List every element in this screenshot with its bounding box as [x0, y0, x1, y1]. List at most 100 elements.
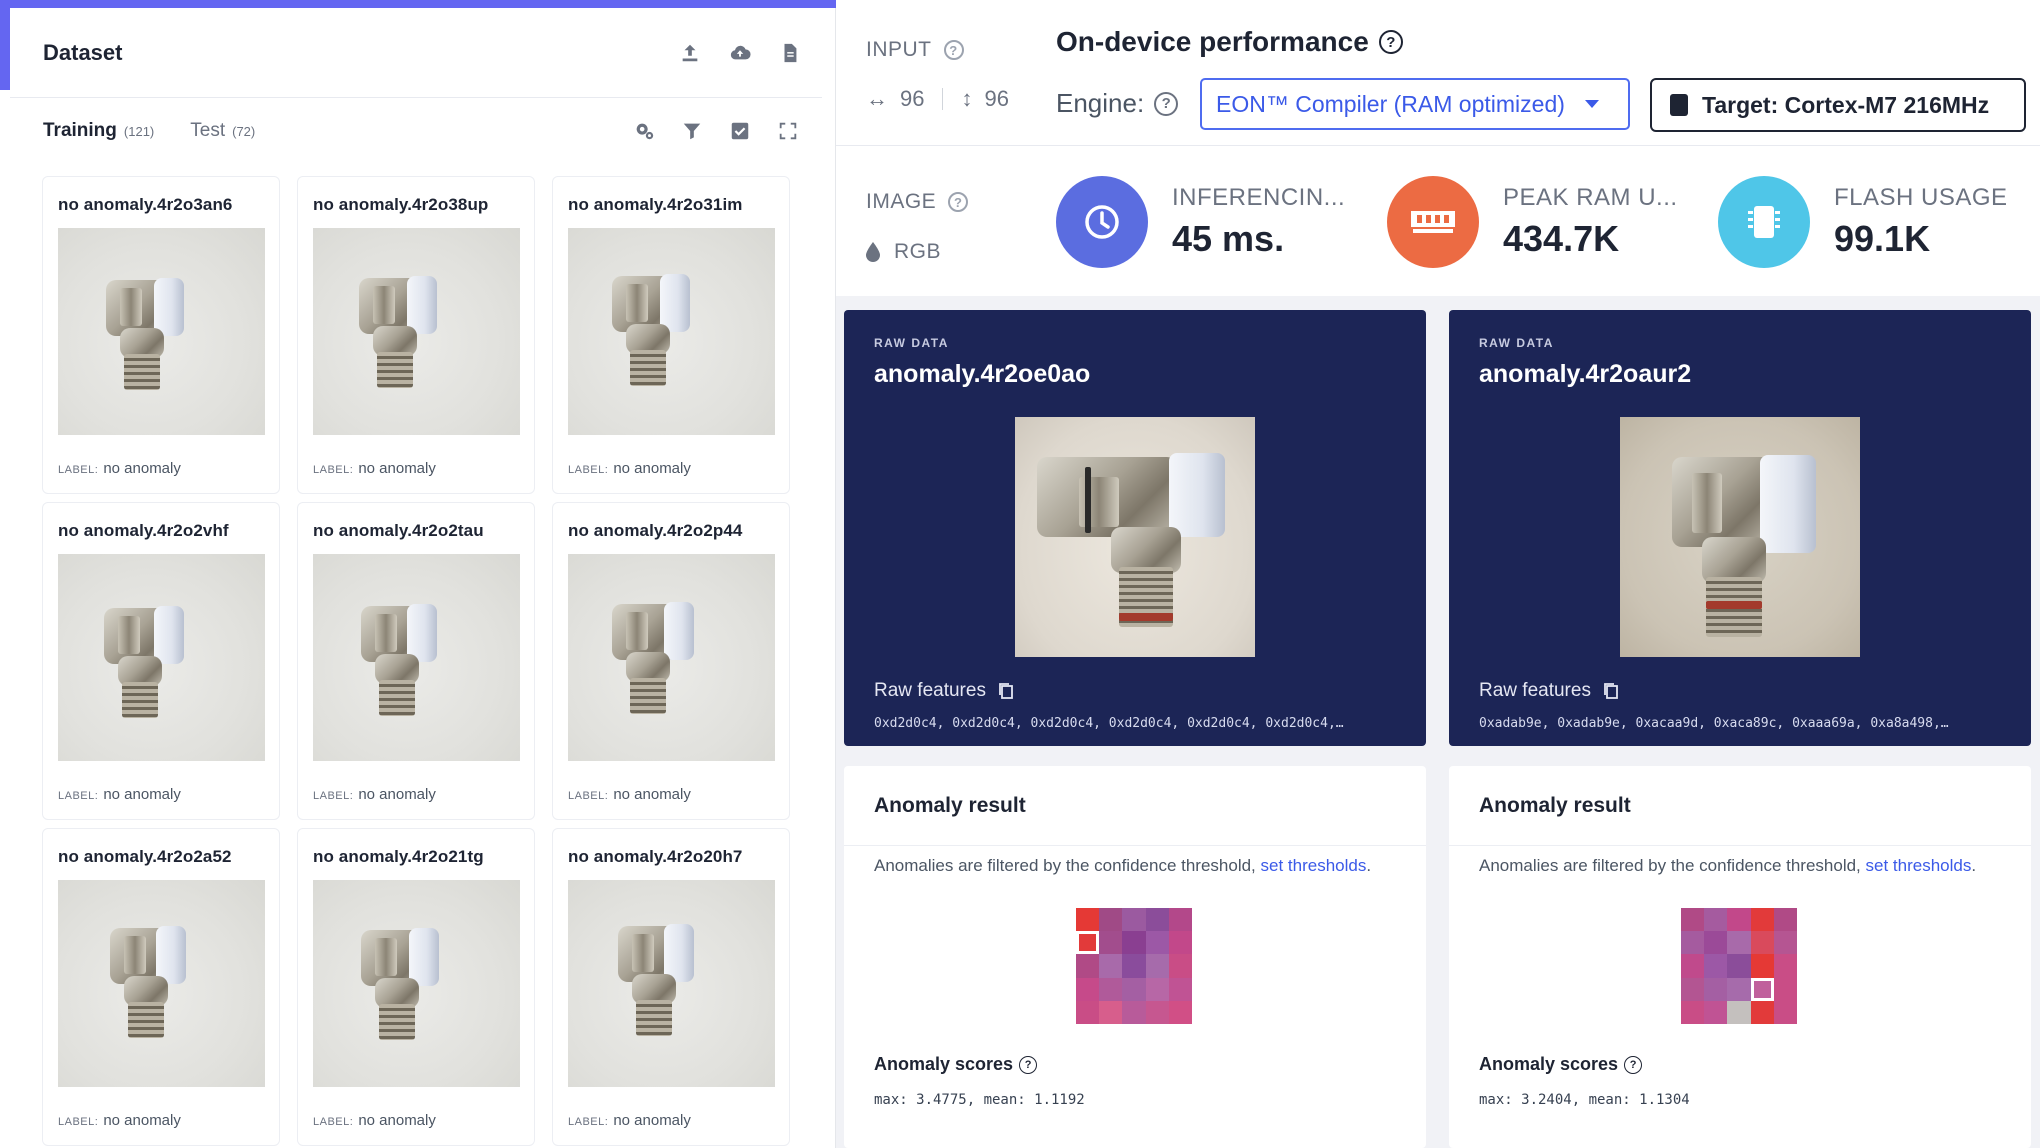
upload-icon[interactable] — [678, 41, 702, 65]
heatmap-cell — [1099, 931, 1123, 955]
sample-card[interactable]: no anomaly.4r2o2a52 LABEL: no anomaly — [42, 828, 280, 1146]
sample-grid: no anomaly.4r2o3an6 LABEL: no anomaly no an… — [42, 176, 790, 1146]
sample-label-key: LABEL: — [313, 790, 354, 802]
heatmap-cell — [1122, 908, 1146, 932]
valve-photo — [313, 228, 520, 435]
checkbox-icon[interactable] — [728, 119, 752, 143]
input-label-row: INPUT ? — [866, 38, 964, 62]
engine-select[interactable]: EON™ Compiler (RAM optimized) — [1200, 78, 1630, 130]
sample-label-key: LABEL: — [313, 464, 354, 476]
sample-label-key: LABEL: — [313, 1116, 354, 1128]
sample-name: no anomaly.4r2o31im — [568, 195, 743, 214]
sample-name: no anomaly.4r2o2tau — [313, 521, 484, 540]
sample-card[interactable]: no anomaly.4r2o3an6 LABEL: no anomaly — [42, 176, 280, 494]
raw-data-card: RAW DATA anomaly.4r2oe0ao Raw features 0… — [844, 310, 1426, 746]
heatmap-cell — [1750, 908, 1774, 932]
raw-data-tag: RAW DATA — [1479, 336, 1554, 350]
heatmap-cell — [1168, 908, 1192, 932]
sample-name: no anomaly.4r2o38up — [313, 195, 489, 214]
heatmap-cell — [1076, 908, 1100, 932]
tab-test[interactable]: Test (72) — [190, 120, 255, 142]
anomaly-result-card: Anomaly result Anomalies are filtered by… — [1449, 766, 2031, 1148]
sample-name: no anomaly.4r2o3an6 — [58, 195, 233, 214]
heatmap-cell — [1773, 1000, 1797, 1024]
tab-training-count: (121) — [123, 124, 155, 139]
anomaly-description-text: Anomalies are filtered by the confidence… — [874, 856, 1261, 875]
sample-label-value: no anomaly — [613, 786, 691, 803]
sample-thumbnail — [313, 554, 520, 761]
performance-title: On-device performance — [1056, 26, 1369, 57]
metric-label: PEAK RAM U... — [1503, 184, 1678, 211]
heatmap-cell — [1750, 931, 1774, 955]
heatmap-cell — [1168, 931, 1192, 955]
document-icon[interactable] — [778, 41, 802, 65]
set-thresholds-link[interactable]: set thresholds — [1261, 856, 1367, 875]
help-icon[interactable]: ? — [1019, 1055, 1038, 1074]
droplet-icon — [866, 242, 880, 262]
sample-label-key: LABEL: — [568, 464, 609, 476]
heatmap-cell — [1122, 931, 1146, 955]
sample-card[interactable]: no anomaly.4r2o20h7 LABEL: no anomaly — [552, 828, 790, 1146]
anomaly-description: Anomalies are filtered by the confidence… — [1479, 856, 1976, 876]
metric-label: FLASH USAGE — [1834, 184, 2008, 211]
filter-icon[interactable] — [680, 119, 704, 143]
help-icon[interactable]: ? — [1154, 91, 1179, 116]
sample-thumbnail — [568, 554, 775, 761]
clock-icon — [1056, 176, 1148, 268]
heatmap-cell — [1168, 1000, 1192, 1024]
valve-photo — [313, 554, 520, 761]
metric-value: 99.1K — [1834, 218, 1931, 259]
cloud-upload-icon[interactable] — [728, 41, 752, 65]
height-arrow-icon: ↕ — [961, 86, 973, 111]
sample-thumbnail — [568, 228, 775, 435]
anomaly-scores-label-row: Anomaly scores ? — [874, 1054, 1038, 1075]
sample-label-key: LABEL: — [58, 1116, 99, 1128]
sample-label-value: no anomaly — [103, 460, 181, 477]
sample-thumbnail — [58, 228, 265, 435]
sample-label-key: LABEL: — [568, 1116, 609, 1128]
anomaly-description: Anomalies are filtered by the confidence… — [874, 856, 1371, 876]
help-icon[interactable]: ? — [1624, 1055, 1643, 1074]
chip-icon — [1670, 94, 1688, 116]
raw-features-label: Raw features — [1479, 680, 1591, 701]
target-button[interactable]: Target: Cortex-M7 216MHz — [1650, 78, 2026, 132]
help-icon[interactable]: ? — [943, 40, 964, 60]
sample-card[interactable]: no anomaly.4r2o2p44 LABEL: no anomaly — [552, 502, 790, 820]
sample-card[interactable]: no anomaly.4r2o2vhf LABEL: no anomaly — [42, 502, 280, 820]
sample-card[interactable]: no anomaly.4r2o38up LABEL: no anomaly — [297, 176, 535, 494]
tab-test-count: (72) — [232, 124, 256, 139]
sample-label-value: no anomaly — [103, 786, 181, 803]
panel-accent-edge — [0, 0, 10, 90]
heatmap-cell — [1122, 1000, 1146, 1024]
anomaly-scores-label: Anomaly scores — [874, 1054, 1014, 1074]
set-thresholds-link[interactable]: set thresholds — [1866, 856, 1972, 875]
chip-icon — [1718, 176, 1810, 268]
sample-name: no anomaly.4r2o2vhf — [58, 521, 229, 540]
heatmap-cell — [1727, 908, 1751, 932]
settings-filter-icon[interactable] — [632, 119, 656, 143]
heatmap-cell — [1145, 931, 1169, 955]
anomaly-description-end: . — [1366, 856, 1372, 875]
sample-card[interactable]: no anomaly.4r2o2tau LABEL: no anomaly — [297, 502, 535, 820]
sample-card[interactable]: no anomaly.4r2o31im LABEL: no anomaly — [552, 176, 790, 494]
heatmap-cell — [1773, 931, 1797, 955]
dataset-header: Dataset — [10, 8, 822, 98]
sample-name: no anomaly.4r2o20h7 — [568, 847, 743, 866]
heatmap-cell — [1168, 977, 1192, 1001]
sample-label: LABEL: no anomaly — [568, 1112, 691, 1129]
expand-icon[interactable] — [776, 119, 800, 143]
copy-icon[interactable] — [998, 682, 1014, 700]
raw-features-row: Raw features — [1479, 680, 1619, 702]
help-icon[interactable]: ? — [1378, 30, 1403, 54]
help-icon[interactable]: ? — [948, 192, 969, 212]
dataset-tabs: Training (121) Test (72) — [10, 98, 822, 164]
raw-data-card: RAW DATA anomaly.4r2oaur2 Raw features 0… — [1449, 310, 2031, 746]
sample-label: LABEL: no anomaly — [568, 786, 691, 803]
sample-thumbnail — [568, 880, 775, 1087]
sample-card[interactable]: no anomaly.4r2o21tg LABEL: no anomaly — [297, 828, 535, 1146]
heatmap-cell — [1681, 908, 1705, 932]
heatmap-cell — [1122, 977, 1146, 1001]
tab-training[interactable]: Training (121) — [43, 120, 154, 142]
copy-icon[interactable] — [1603, 682, 1619, 700]
heatmap-cell — [1727, 954, 1751, 978]
